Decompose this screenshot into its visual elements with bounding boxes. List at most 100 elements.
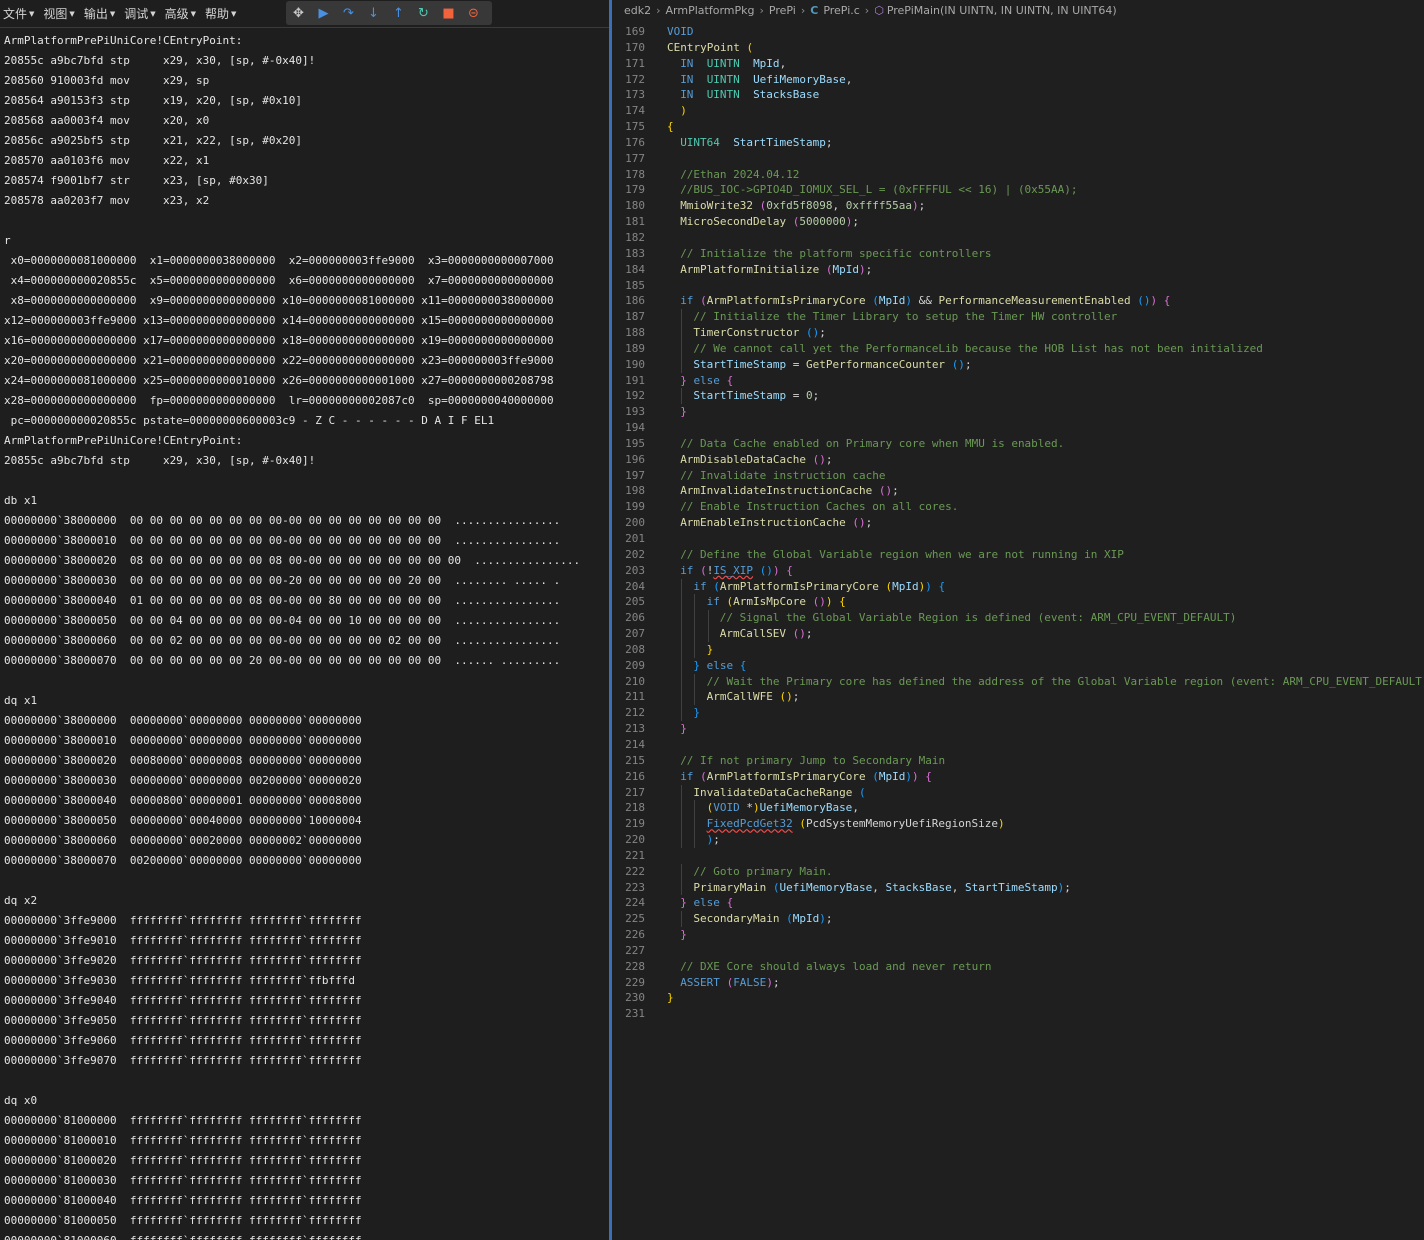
code-line: 187 // Initialize the Timer Library to se…: [612, 309, 1424, 326]
console-line: 00000000`81000020 ffffffff`ffffffff ffff…: [4, 1154, 362, 1167]
code-token: {: [739, 658, 747, 672]
code-token: 0xffff55aa: [845, 199, 913, 213]
code-text: ArmEnableInstructionCache ();: [680, 515, 872, 531]
line-number: 182: [625, 230, 645, 244]
debugger-console-output[interactable]: ArmPlatformPrePiUniCore!CEntryPoint: 2085…: [4, 31, 604, 1240]
line-number: 188: [625, 326, 645, 340]
indent-guide: [694, 626, 696, 642]
code-line: 214: [612, 737, 1424, 753]
continue-button[interactable]: ▶: [311, 1, 336, 25]
code-text: }: [667, 990, 674, 1006]
continue-icon: ▶: [318, 5, 329, 21]
console-line: 00000000`3ffe9040 ffffffff`ffffffff ffff…: [4, 994, 362, 1007]
line-number: 190: [625, 357, 645, 371]
step-out-button[interactable]: ↑: [386, 1, 411, 25]
code-text: // Invalidate instruction cache: [680, 468, 885, 484]
console-line: x8=0000000000000000 x9=0000000000000000 …: [4, 294, 554, 307]
code-line: 189 // We cannot call yet the Performance…: [612, 340, 1424, 357]
code-token: 5000000: [799, 215, 846, 229]
line-number: 205: [625, 595, 645, 609]
breadcrumb-item[interactable]: ArmPlatformPkg: [666, 4, 755, 17]
console-line: db x1: [4, 494, 38, 507]
code-line: 174): [612, 103, 1424, 119]
code-text: // Wait the Primary core has defined the…: [707, 674, 1424, 690]
line-number: 194: [625, 421, 645, 435]
chevron-right-icon: ›: [864, 3, 870, 17]
line-number: 209: [625, 658, 645, 672]
step-over-button[interactable]: ↷: [336, 1, 361, 25]
code-token: ): [925, 579, 932, 593]
code-token: ): [912, 199, 919, 213]
drag-handle-button[interactable]: ✥: [286, 1, 311, 25]
console-line: x16=0000000000000000 x17=000000000000000…: [4, 334, 554, 347]
indent-guide: [681, 689, 683, 706]
code-token: ;: [812, 389, 820, 403]
breadcrumb-file[interactable]: PrePi.c: [823, 4, 859, 17]
cube-icon: ⬡: [874, 3, 884, 17]
code-text: if (ArmPlatformIsPrimaryCore (MpId)) {: [680, 769, 932, 785]
code-token: StacksBase: [885, 880, 952, 894]
code-line: 207 ArmCallSEV ();: [612, 626, 1424, 642]
code-token: (): [792, 627, 806, 641]
line-number: 172: [625, 72, 645, 86]
code-token: (): [812, 595, 826, 609]
code-line: 213}: [612, 721, 1424, 737]
code-token: if: [693, 579, 707, 593]
line-number: 228: [625, 959, 645, 973]
console-line: 00000000`3ffe9050 ffffffff`ffffffff ffff…: [4, 1014, 362, 1027]
breadcrumb-symbol[interactable]: PrePiMain(IN UINTN, IN UINTN, IN UINT64): [887, 4, 1117, 17]
code-line: 180 MmioWrite32 (0xfd5f8098, 0xffff55aa);: [612, 198, 1424, 214]
code-token: ;: [964, 357, 972, 371]
console-line: 00000000`81000000 ffffffff`ffffffff ffff…: [4, 1114, 362, 1127]
code-token: &&: [912, 294, 939, 308]
step-into-button[interactable]: ↓: [361, 1, 386, 25]
code-token: UefiMemoryBase: [753, 72, 846, 86]
line-number: 224: [625, 896, 645, 910]
console-line: 00000000`38000020 08 00 00 00 00 00 00 0…: [4, 554, 581, 567]
line-number: 229: [625, 975, 645, 989]
code-token: {: [726, 896, 734, 910]
console-line: 00000000`38000000 00000000`00000000 0000…: [4, 714, 362, 727]
console-line: 00000000`38000030 00 00 00 00 00 00 00 0…: [4, 574, 561, 587]
code-text: VOID: [667, 24, 694, 40]
menu-item[interactable]: 输出 ▼: [84, 5, 115, 22]
code-token: if: [706, 595, 720, 609]
console-line: dq x1: [4, 694, 38, 707]
console-line: 00000000`38000060 00 00 02 00 00 00 00 0…: [4, 634, 561, 647]
console-line: x12=000000003ffe9000 x13=000000000000000…: [4, 314, 554, 327]
indent-guide: [681, 340, 683, 357]
code-text: // Initialize the platform specific cont…: [680, 246, 991, 262]
restart-button[interactable]: ↻: [411, 1, 436, 25]
code-editor-pane: edk2 › ArmPlatformPkg › PrePi › C PrePi.c › ⬡ PreP…: [612, 0, 1424, 1240]
menu-item[interactable]: 高级 ▼: [165, 5, 196, 22]
menu-item[interactable]: 文件 ▼: [3, 5, 34, 22]
code-token: {: [786, 563, 793, 577]
menu-item[interactable]: 帮助 ▼: [205, 5, 236, 22]
code-token: // Invalidate instruction cache: [680, 468, 886, 482]
code-token: }: [680, 373, 687, 387]
code-text: // If not primary Jump to Secondary Main: [680, 753, 945, 769]
code-token: // If not primary Jump to Secondary Main: [680, 753, 946, 767]
stop-button[interactable]: ■: [436, 1, 461, 25]
code-editor[interactable]: 169 VOID 170 CEntryPoint (171 IN UINTN MpId,…: [612, 24, 1424, 1022]
code-token: StartTimeStamp: [733, 135, 826, 149]
breadcrumb-item[interactable]: PrePi: [769, 4, 796, 17]
code-line: 199 // Enable Instruction Caches on all c…: [612, 499, 1424, 515]
code-token: (: [700, 294, 707, 308]
indent-guide: [681, 610, 683, 627]
indent-guide: [681, 879, 683, 896]
code-text: SecondaryMain (MpId);: [693, 911, 832, 927]
disconnect-button[interactable]: ⊝: [461, 1, 486, 25]
line-number: 231: [625, 1007, 645, 1021]
code-token: =: [786, 389, 806, 403]
breadcrumb-item[interactable]: edk2: [624, 4, 651, 17]
code-token: // We cannot call yet the PerformanceLib…: [693, 341, 1263, 355]
code-token: ,: [779, 56, 787, 70]
indent-guide: [707, 626, 709, 642]
menu-item[interactable]: 调试 ▼: [124, 5, 155, 22]
menu-item[interactable]: 视图 ▼: [43, 5, 74, 22]
menu-item-label: 帮助: [205, 7, 230, 21]
